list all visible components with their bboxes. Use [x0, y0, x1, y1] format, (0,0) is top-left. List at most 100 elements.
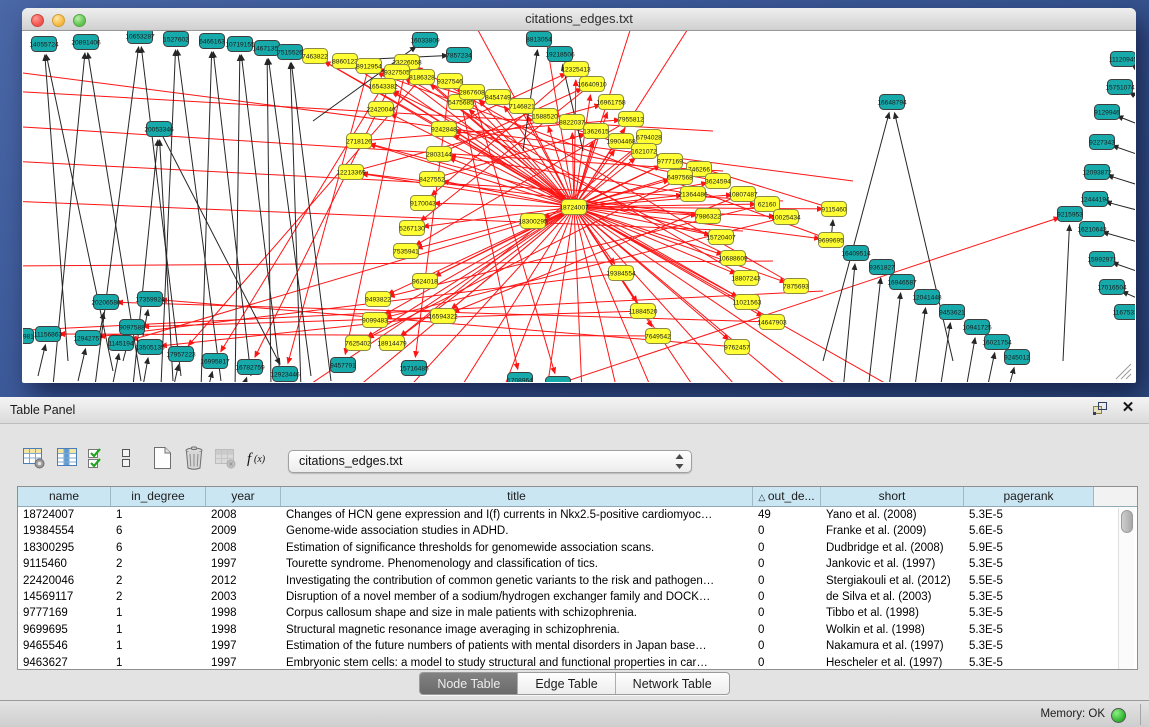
graph-edge[interactable] — [1003, 368, 1014, 382]
table-cell[interactable]: Hescheler et al. (1997) — [821, 655, 964, 670]
table-cell[interactable]: 0 — [753, 622, 821, 638]
table-cell[interactable]: 2003 — [206, 589, 281, 605]
table-cell[interactable]: 6 — [111, 523, 206, 539]
graph-node[interactable]: 7649542 — [645, 329, 671, 344]
graph-edge[interactable] — [443, 207, 574, 382]
graph-node[interactable]: 18300295 — [518, 214, 548, 229]
graph-node[interactable]: 16961758 — [596, 95, 626, 110]
graph-node[interactable]: 14055724 — [29, 37, 59, 52]
graph-node[interactable]: 8822037 — [559, 115, 585, 130]
graph-edge[interactable] — [173, 365, 179, 382]
graph-node[interactable]: 16021754 — [982, 335, 1012, 350]
create-table-icon[interactable] — [149, 445, 175, 471]
graph-node[interactable]: 15992971 — [1087, 252, 1117, 267]
graph-node[interactable]: 12093872 — [1082, 165, 1112, 180]
graph-node[interactable]: 6794028 — [636, 130, 662, 145]
table-cell[interactable]: 5.3E-5 — [964, 638, 1094, 654]
graph-node[interactable]: 12325413 — [561, 62, 591, 77]
graph-node[interactable]: 20206586 — [91, 295, 121, 310]
table-cell[interactable]: 1997 — [206, 655, 281, 670]
graph-node[interactable]: 1588520 — [532, 109, 558, 124]
graph-node[interactable]: 7463822 — [302, 49, 328, 64]
graph-node[interactable]: 8860123 — [332, 54, 358, 69]
table-cell[interactable]: 5.3E-5 — [964, 655, 1094, 670]
table-cell[interactable]: 1998 — [206, 622, 281, 638]
graph-node[interactable]: 9624018 — [412, 274, 438, 289]
table-cell[interactable]: de Silva et al. (2003) — [821, 589, 964, 605]
column-header-title[interactable]: title — [281, 487, 753, 507]
table-cell[interactable]: 49 — [753, 507, 821, 523]
table-cell[interactable]: 5.3E-5 — [964, 507, 1094, 523]
graph-node[interactable]: 17359924 — [135, 292, 165, 307]
graph-node[interactable]: 12041448 — [912, 290, 942, 305]
table-cell[interactable]: 1997 — [206, 638, 281, 654]
graph-edge[interactable] — [143, 358, 148, 382]
graph-node[interactable]: 14647903 — [757, 315, 787, 330]
graph-node[interactable]: 11884520 — [629, 304, 658, 319]
column-header-short[interactable]: short — [821, 487, 964, 507]
graph-node[interactable]: 9361826 — [545, 377, 571, 383]
table-cell[interactable]: Estimation of the future numbers of pati… — [281, 638, 753, 654]
graph-node[interactable]: 6497568 — [667, 170, 693, 185]
graph-node[interactable]: 7986322 — [695, 209, 721, 224]
graph-node[interactable]: 2867608 — [459, 85, 485, 100]
table-cell[interactable]: Wolkin et al. (1998) — [821, 622, 964, 638]
graph-node[interactable]: 7146821 — [509, 99, 535, 114]
table-cell[interactable]: 0 — [753, 573, 821, 589]
graph-node[interactable]: 9361827 — [869, 260, 895, 275]
graph-node[interactable]: 8427552 — [419, 172, 445, 187]
graph-node[interactable]: 9099483 — [362, 313, 388, 328]
graph-node[interactable]: 9242848 — [431, 122, 457, 137]
table-cell[interactable]: Structural magnetic resonance image aver… — [281, 622, 753, 638]
table-cell[interactable]: 18724007 — [18, 507, 111, 523]
graph-node[interactable]: 16995817 — [200, 354, 230, 369]
graph-node[interactable]: 17957223 — [166, 347, 196, 362]
tab-edge-table[interactable]: Edge Table — [517, 673, 614, 694]
graph-edge[interactable] — [208, 372, 212, 382]
graph-edge[interactable] — [868, 278, 881, 382]
graph-node[interactable]: 15716485 — [399, 361, 429, 376]
column-header-in-degree[interactable]: in_degree — [111, 487, 206, 507]
table-mode-icon[interactable] — [21, 445, 47, 471]
graph-node[interactable]: 10719155 — [225, 37, 255, 52]
table-cell[interactable]: 1 — [111, 507, 206, 523]
graph-edge[interactable] — [843, 264, 855, 382]
graph-edge[interactable] — [574, 207, 583, 382]
tab-network-table[interactable]: Network Table — [615, 673, 729, 694]
table-cell[interactable]: 5.3E-5 — [964, 605, 1094, 621]
column-header-pagerank[interactable]: pagerank — [964, 487, 1094, 507]
table-cell[interactable]: Tibbo et al. (1998) — [821, 605, 964, 621]
graph-node[interactable]: 19384554 — [606, 266, 636, 281]
table-cell[interactable]: 2008 — [206, 507, 281, 523]
table-cell[interactable]: 9465546 — [18, 638, 111, 654]
graph-node[interactable]: 12444194 — [1080, 192, 1110, 207]
graph-edge[interactable] — [143, 311, 643, 327]
graph-edge[interactable] — [38, 345, 45, 376]
graph-node[interactable]: 9097588 — [119, 320, 145, 335]
table-cell[interactable]: Investigating the contribution of common… — [281, 573, 753, 589]
table-cell[interactable]: 1 — [111, 638, 206, 654]
graph-node[interactable]: 20891406 — [71, 35, 101, 50]
table-cell[interactable]: 5.6E-5 — [964, 523, 1094, 539]
table-cell[interactable]: 2 — [111, 573, 206, 589]
table-row[interactable]: 977716911998Corpus callosum shape and si… — [18, 605, 1137, 621]
graph-node[interactable]: 7857234 — [446, 48, 472, 63]
table-cell[interactable]: 2 — [111, 589, 206, 605]
minimize-window-icon[interactable] — [52, 14, 65, 27]
graph-node[interactable]: 15720407 — [706, 230, 736, 245]
graph-node[interactable]: 11675335 — [1113, 305, 1135, 320]
graph-node[interactable]: 16594322 — [428, 309, 458, 324]
table-cell[interactable]: 9115460 — [18, 556, 111, 572]
table-cell[interactable]: 6 — [111, 540, 206, 556]
graph-edge[interactable] — [913, 308, 926, 382]
graph-node[interactable]: 16648794 — [877, 95, 907, 110]
table-row[interactable]: 946554611997Estimation of the future num… — [18, 638, 1137, 654]
graph-node[interactable]: 11156863 — [34, 327, 63, 342]
column-header-year[interactable]: year — [206, 487, 281, 507]
graph-node[interactable]: 8813054 — [526, 32, 552, 47]
table-cell[interactable]: 5.9E-5 — [964, 540, 1094, 556]
graph-node[interactable]: 9493822 — [365, 292, 391, 307]
graph-node[interactable]: 16543382 — [368, 79, 398, 94]
table-cell[interactable]: 19384554 — [18, 523, 111, 539]
graph-edge[interactable] — [1112, 146, 1135, 158]
